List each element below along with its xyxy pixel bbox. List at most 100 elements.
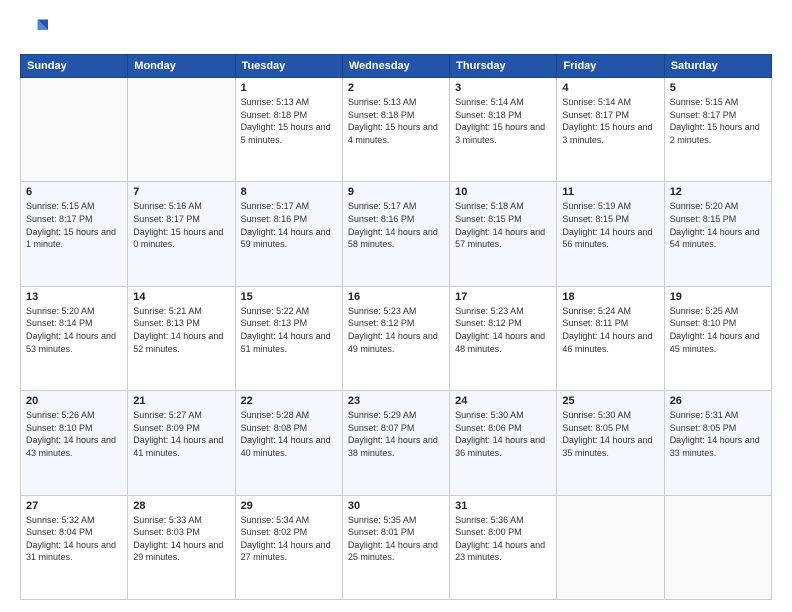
daylight-label: Daylight: 15 hours and 4 minutes. [348, 122, 438, 145]
daylight-label: Daylight: 15 hours and 0 minutes. [133, 227, 223, 250]
sunrise-label: Sunrise: 5:19 AM [562, 201, 631, 211]
daylight-label: Daylight: 14 hours and 52 minutes. [133, 331, 223, 354]
daylight-label: Daylight: 14 hours and 58 minutes. [348, 227, 438, 250]
day-number: 4 [562, 82, 658, 94]
day-info: Sunrise: 5:23 AM Sunset: 8:12 PM Dayligh… [455, 305, 551, 355]
day-number: 1 [241, 82, 337, 94]
day-info: Sunrise: 5:17 AM Sunset: 8:16 PM Dayligh… [241, 200, 337, 250]
sunset-label: Sunset: 8:14 PM [26, 318, 93, 328]
sunset-label: Sunset: 8:17 PM [26, 214, 93, 224]
weekday-header-thursday: Thursday [450, 55, 557, 78]
daylight-label: Daylight: 14 hours and 51 minutes. [241, 331, 331, 354]
calendar-cell: 1 Sunrise: 5:13 AM Sunset: 8:18 PM Dayli… [235, 78, 342, 182]
calendar-cell [21, 78, 128, 182]
weekday-header-tuesday: Tuesday [235, 55, 342, 78]
calendar-cell: 21 Sunrise: 5:27 AM Sunset: 8:09 PM Dayl… [128, 391, 235, 495]
logo [20, 16, 52, 44]
calendar-cell: 14 Sunrise: 5:21 AM Sunset: 8:13 PM Dayl… [128, 286, 235, 390]
day-number: 5 [670, 82, 766, 94]
calendar-cell: 18 Sunrise: 5:24 AM Sunset: 8:11 PM Dayl… [557, 286, 664, 390]
day-info: Sunrise: 5:24 AM Sunset: 8:11 PM Dayligh… [562, 305, 658, 355]
daylight-label: Daylight: 14 hours and 54 minutes. [670, 227, 760, 250]
sunset-label: Sunset: 8:01 PM [348, 527, 415, 537]
sunset-label: Sunset: 8:05 PM [562, 423, 629, 433]
sunset-label: Sunset: 8:18 PM [455, 110, 522, 120]
daylight-label: Daylight: 14 hours and 27 minutes. [241, 540, 331, 563]
weekday-header-friday: Friday [557, 55, 664, 78]
sunrise-label: Sunrise: 5:27 AM [133, 410, 202, 420]
day-info: Sunrise: 5:23 AM Sunset: 8:12 PM Dayligh… [348, 305, 444, 355]
day-info: Sunrise: 5:18 AM Sunset: 8:15 PM Dayligh… [455, 200, 551, 250]
day-number: 29 [241, 500, 337, 512]
daylight-label: Daylight: 14 hours and 33 minutes. [670, 435, 760, 458]
sunrise-label: Sunrise: 5:30 AM [455, 410, 524, 420]
calendar-cell: 26 Sunrise: 5:31 AM Sunset: 8:05 PM Dayl… [664, 391, 771, 495]
weekday-header-sunday: Sunday [21, 55, 128, 78]
daylight-label: Daylight: 14 hours and 31 minutes. [26, 540, 116, 563]
sunrise-label: Sunrise: 5:20 AM [670, 201, 739, 211]
calendar-cell: 7 Sunrise: 5:16 AM Sunset: 8:17 PM Dayli… [128, 182, 235, 286]
day-info: Sunrise: 5:15 AM Sunset: 8:17 PM Dayligh… [670, 96, 766, 146]
day-info: Sunrise: 5:25 AM Sunset: 8:10 PM Dayligh… [670, 305, 766, 355]
daylight-label: Daylight: 15 hours and 3 minutes. [562, 122, 652, 145]
calendar-cell: 10 Sunrise: 5:18 AM Sunset: 8:15 PM Dayl… [450, 182, 557, 286]
calendar-week-5: 27 Sunrise: 5:32 AM Sunset: 8:04 PM Dayl… [21, 495, 772, 599]
calendar-cell: 13 Sunrise: 5:20 AM Sunset: 8:14 PM Dayl… [21, 286, 128, 390]
sunset-label: Sunset: 8:16 PM [241, 214, 308, 224]
day-info: Sunrise: 5:14 AM Sunset: 8:18 PM Dayligh… [455, 96, 551, 146]
sunrise-label: Sunrise: 5:16 AM [133, 201, 202, 211]
day-number: 6 [26, 186, 122, 198]
day-info: Sunrise: 5:35 AM Sunset: 8:01 PM Dayligh… [348, 514, 444, 564]
sunset-label: Sunset: 8:17 PM [562, 110, 629, 120]
sunrise-label: Sunrise: 5:22 AM [241, 306, 310, 316]
sunset-label: Sunset: 8:08 PM [241, 423, 308, 433]
day-number: 10 [455, 186, 551, 198]
sunset-label: Sunset: 8:05 PM [670, 423, 737, 433]
calendar-cell: 11 Sunrise: 5:19 AM Sunset: 8:15 PM Dayl… [557, 182, 664, 286]
day-number: 15 [241, 291, 337, 303]
daylight-label: Daylight: 14 hours and 45 minutes. [670, 331, 760, 354]
sunrise-label: Sunrise: 5:15 AM [670, 97, 739, 107]
sunrise-label: Sunrise: 5:25 AM [670, 306, 739, 316]
weekday-header-saturday: Saturday [664, 55, 771, 78]
daylight-label: Daylight: 14 hours and 56 minutes. [562, 227, 652, 250]
daylight-label: Daylight: 14 hours and 49 minutes. [348, 331, 438, 354]
calendar-cell: 3 Sunrise: 5:14 AM Sunset: 8:18 PM Dayli… [450, 78, 557, 182]
calendar-cell [557, 495, 664, 599]
day-info: Sunrise: 5:29 AM Sunset: 8:07 PM Dayligh… [348, 409, 444, 459]
sunrise-label: Sunrise: 5:31 AM [670, 410, 739, 420]
day-number: 22 [241, 395, 337, 407]
calendar-cell: 27 Sunrise: 5:32 AM Sunset: 8:04 PM Dayl… [21, 495, 128, 599]
sunrise-label: Sunrise: 5:20 AM [26, 306, 95, 316]
calendar-cell: 20 Sunrise: 5:26 AM Sunset: 8:10 PM Dayl… [21, 391, 128, 495]
daylight-label: Daylight: 14 hours and 46 minutes. [562, 331, 652, 354]
weekday-header-wednesday: Wednesday [342, 55, 449, 78]
sunrise-label: Sunrise: 5:21 AM [133, 306, 202, 316]
calendar-cell: 25 Sunrise: 5:30 AM Sunset: 8:05 PM Dayl… [557, 391, 664, 495]
day-info: Sunrise: 5:19 AM Sunset: 8:15 PM Dayligh… [562, 200, 658, 250]
sunrise-label: Sunrise: 5:18 AM [455, 201, 524, 211]
daylight-label: Daylight: 14 hours and 23 minutes. [455, 540, 545, 563]
daylight-label: Daylight: 14 hours and 48 minutes. [455, 331, 545, 354]
daylight-label: Daylight: 14 hours and 43 minutes. [26, 435, 116, 458]
sunset-label: Sunset: 8:09 PM [133, 423, 200, 433]
logo-icon [20, 16, 48, 44]
day-number: 23 [348, 395, 444, 407]
day-info: Sunrise: 5:13 AM Sunset: 8:18 PM Dayligh… [241, 96, 337, 146]
calendar-cell: 16 Sunrise: 5:23 AM Sunset: 8:12 PM Dayl… [342, 286, 449, 390]
sunset-label: Sunset: 8:17 PM [670, 110, 737, 120]
day-info: Sunrise: 5:20 AM Sunset: 8:14 PM Dayligh… [26, 305, 122, 355]
sunset-label: Sunset: 8:07 PM [348, 423, 415, 433]
calendar-cell: 31 Sunrise: 5:36 AM Sunset: 8:00 PM Dayl… [450, 495, 557, 599]
day-number: 13 [26, 291, 122, 303]
sunset-label: Sunset: 8:13 PM [133, 318, 200, 328]
daylight-label: Daylight: 14 hours and 29 minutes. [133, 540, 223, 563]
day-info: Sunrise: 5:27 AM Sunset: 8:09 PM Dayligh… [133, 409, 229, 459]
daylight-label: Daylight: 14 hours and 59 minutes. [241, 227, 331, 250]
calendar-cell: 22 Sunrise: 5:28 AM Sunset: 8:08 PM Dayl… [235, 391, 342, 495]
day-number: 14 [133, 291, 229, 303]
day-number: 16 [348, 291, 444, 303]
day-number: 11 [562, 186, 658, 198]
calendar-week-4: 20 Sunrise: 5:26 AM Sunset: 8:10 PM Dayl… [21, 391, 772, 495]
day-number: 19 [670, 291, 766, 303]
